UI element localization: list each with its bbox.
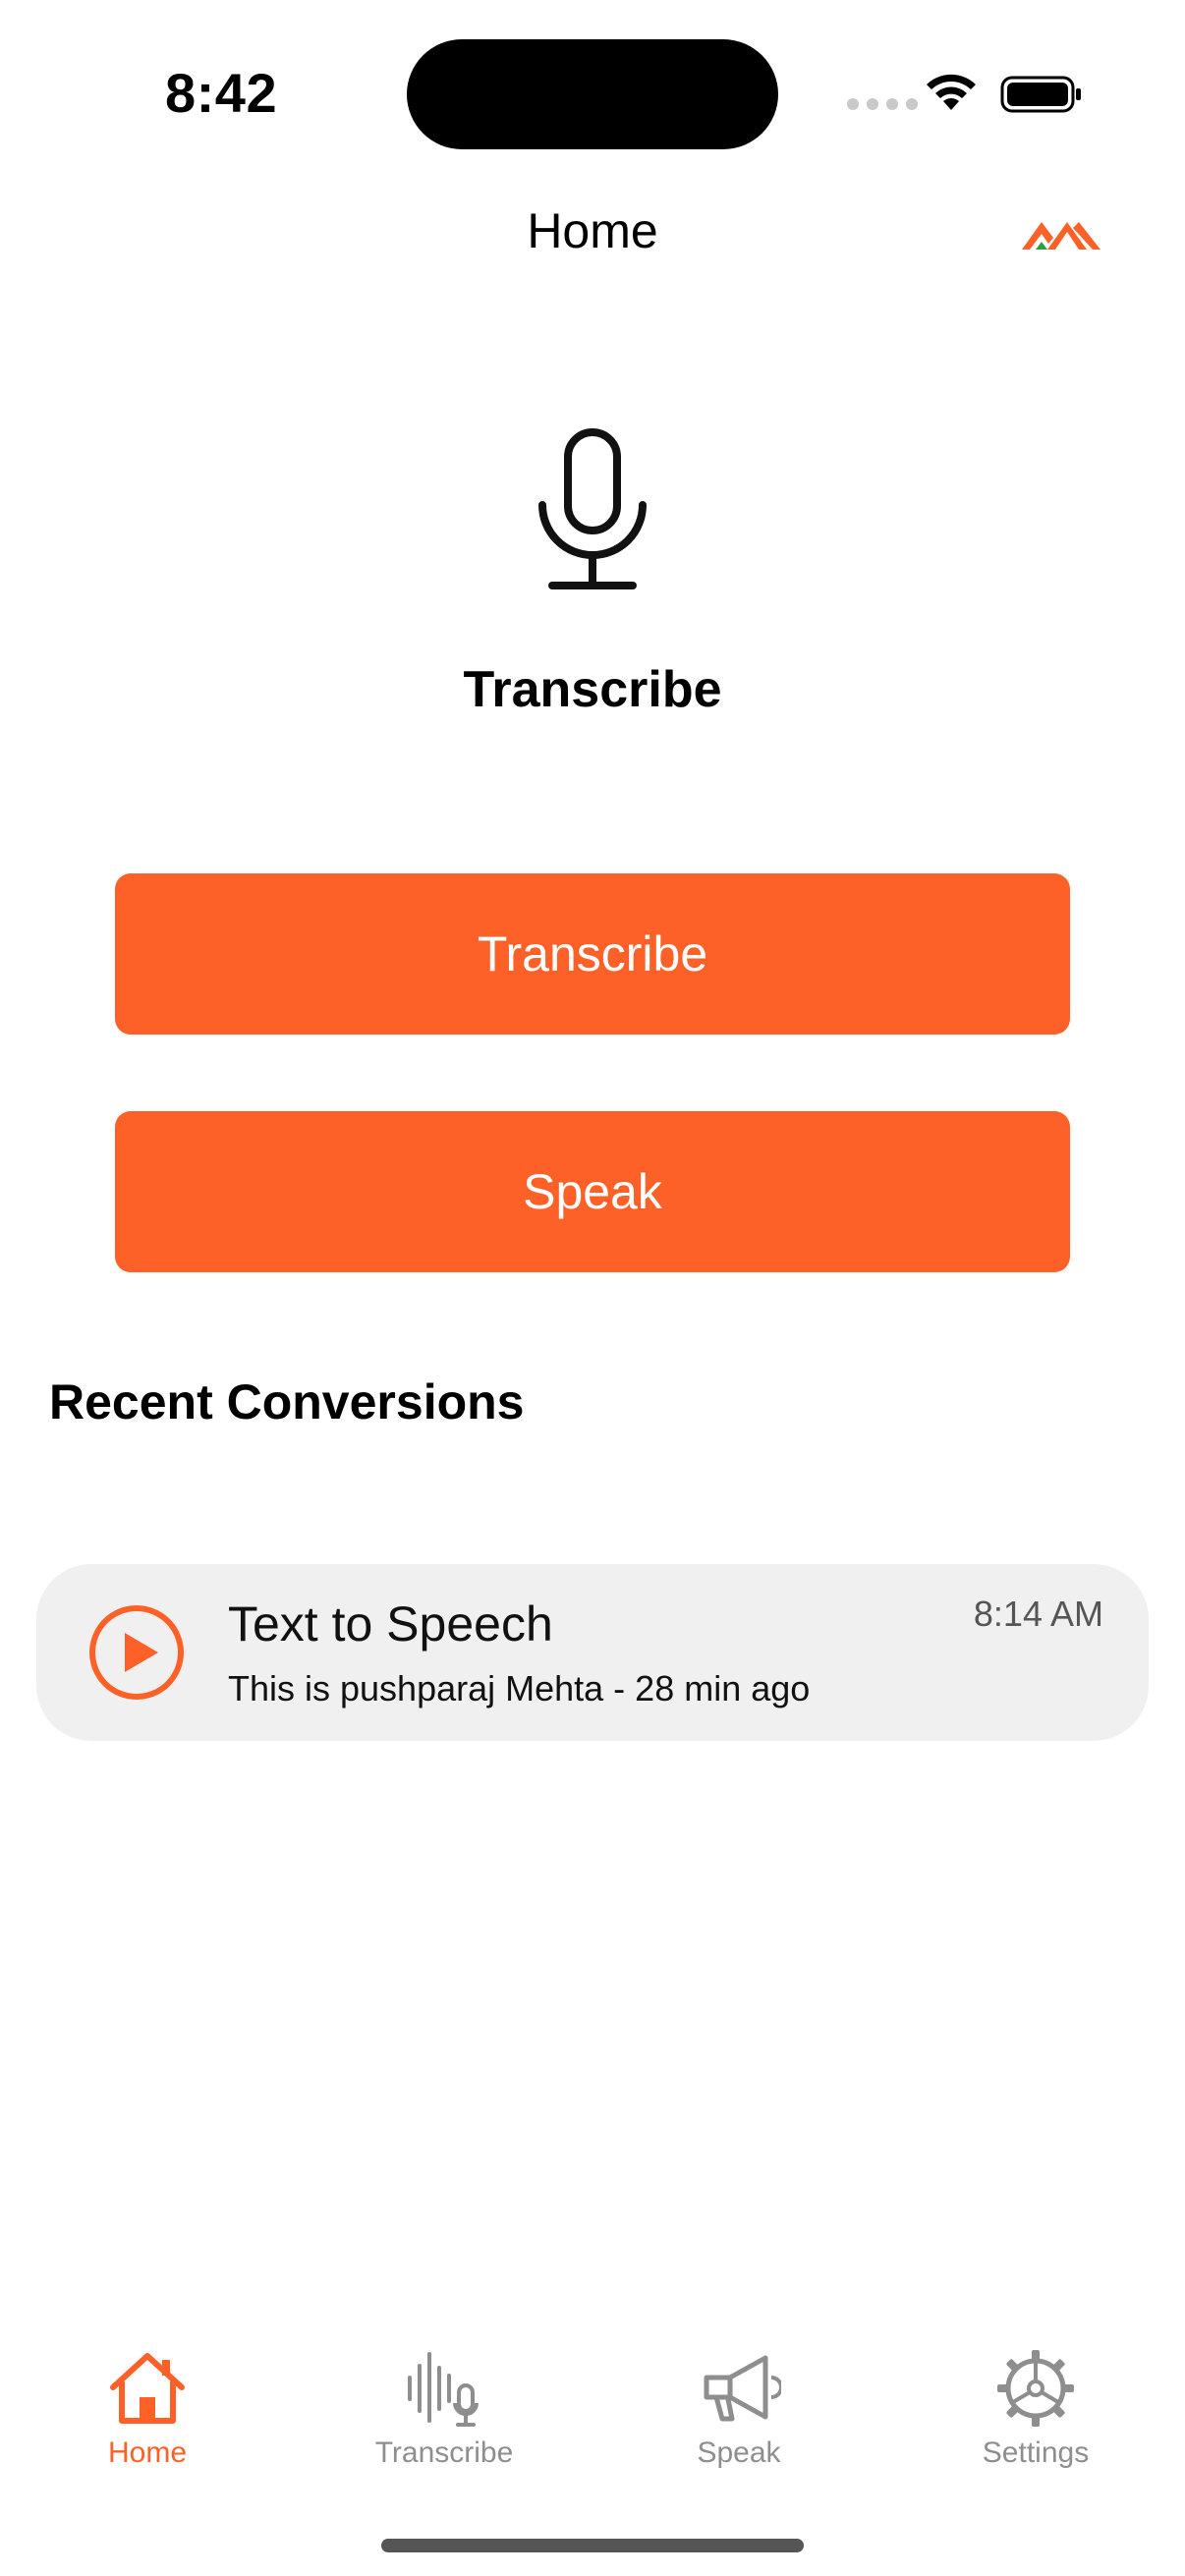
- conversion-list-item[interactable]: Text to Speech This is pushparaj Mehta -…: [36, 1564, 1149, 1741]
- battery-icon: [1000, 76, 1081, 113]
- status-time: 8:42: [165, 62, 278, 124]
- gear-icon: [997, 2350, 1074, 2427]
- conversion-time: 8:14 AM: [973, 1594, 1103, 1634]
- play-icon[interactable]: [87, 1603, 186, 1702]
- cellular-signal-icon: [847, 98, 918, 110]
- home-indicator[interactable]: [381, 2539, 804, 2552]
- wifi-icon: [927, 74, 976, 110]
- speak-button[interactable]: Speak: [115, 1111, 1070, 1272]
- transcribe-button[interactable]: Transcribe: [115, 873, 1070, 1035]
- tab-settings[interactable]: Settings: [918, 2330, 1154, 2478]
- waveform-mic-icon: [408, 2352, 479, 2427]
- megaphone-icon: [704, 2355, 781, 2422]
- hero-title: Transcribe: [463, 661, 722, 718]
- tab-label: Transcribe: [374, 2436, 514, 2469]
- recent-conversions-heading: Recent Conversions: [49, 1374, 525, 1429]
- tab-label: Speak: [697, 2436, 781, 2469]
- dynamic-island: [407, 39, 778, 149]
- home-icon: [110, 2353, 185, 2424]
- conversion-title: Text to Speech: [228, 1596, 553, 1652]
- conversion-subtitle: This is pushparaj Mehta - 28 min ago: [228, 1668, 811, 1708]
- tab-label: Home: [107, 2436, 188, 2469]
- tab-speak[interactable]: Speak: [621, 2330, 857, 2478]
- tab-label: Settings: [982, 2436, 1090, 2469]
- tab-bar: Home Transcribe Speak Settings: [0, 2330, 1185, 2488]
- brand-logo-icon[interactable]: [1022, 214, 1100, 255]
- microphone-icon: [538, 428, 647, 589]
- page-title: Home: [527, 203, 658, 258]
- tab-transcribe[interactable]: Transcribe: [326, 2330, 562, 2478]
- tab-home[interactable]: Home: [29, 2330, 265, 2478]
- status-bar: 8:42: [0, 0, 1185, 187]
